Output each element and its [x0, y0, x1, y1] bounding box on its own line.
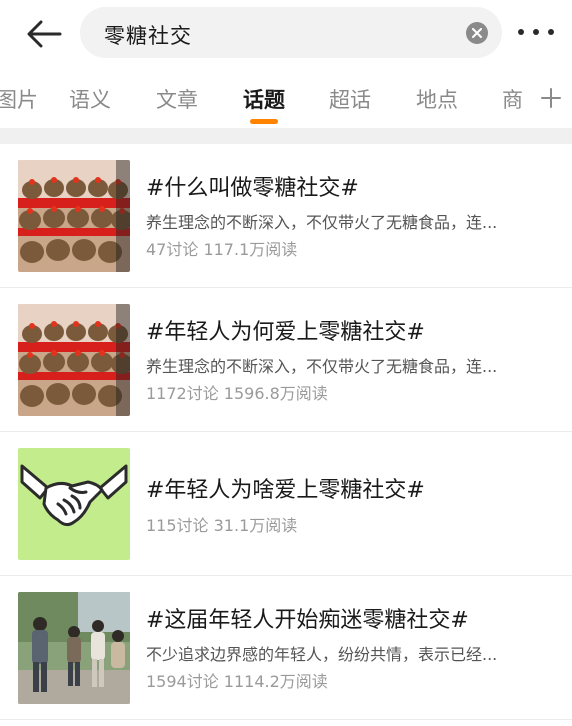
tab-semantic[interactable]: 语义 — [69, 84, 111, 114]
topic-result-item[interactable]: #年轻人为何爱上零糖社交# 养生理念的不断深入，不仅带火了无糖食品，连... 1… — [0, 288, 572, 432]
topic-thumbnail — [18, 592, 130, 704]
topic-result-item[interactable]: #什么叫做零糖社交# 养生理念的不断深入，不仅带火了无糖食品，连... 47讨论… — [0, 144, 572, 288]
section-divider — [0, 128, 572, 144]
tab-super-topics[interactable]: 超话 — [329, 84, 371, 114]
tab-images[interactable]: 图片 — [0, 84, 38, 114]
topic-description: 不少追求边界感的年轻人，纷纷共情，表示已经... — [146, 645, 498, 664]
topic-title: #这届年轻人开始痴迷零糖社交# — [146, 608, 469, 633]
top-bar: 零糖社交 — [0, 0, 572, 64]
topic-title: #年轻人为啥爱上零糖社交# — [146, 478, 425, 503]
tab-articles[interactable]: 文章 — [156, 84, 198, 114]
topic-stats: 115讨论 31.1万阅读 — [146, 516, 298, 535]
active-tab-indicator — [250, 119, 278, 124]
topic-result-item[interactable]: #年轻人为啥爱上零糖社交# 115讨论 31.1万阅读 — [0, 432, 572, 576]
topic-title: #什么叫做零糖社交# — [146, 176, 359, 201]
more-button[interactable] — [515, 18, 557, 46]
close-icon — [472, 28, 482, 38]
back-arrow-icon — [27, 20, 62, 48]
more-dot-icon — [548, 29, 554, 35]
plus-icon — [541, 88, 561, 108]
tab-places[interactable]: 地点 — [416, 84, 458, 114]
topic-stats: 47讨论 117.1万阅读 — [146, 240, 298, 259]
tab-shop[interactable]: 商 — [502, 84, 523, 114]
topic-thumbnail — [18, 160, 130, 272]
topic-stats: 1594讨论 1114.2万阅读 — [146, 672, 328, 691]
category-tabs: 图片 语义 文章 话题 超话 地点 商 — [0, 76, 572, 124]
topic-thumbnail — [18, 304, 130, 416]
handshake-image — [18, 448, 130, 560]
search-query-text: 零糖社交 — [104, 24, 192, 48]
topic-thumbnail — [18, 448, 130, 560]
capybara-plush-image — [18, 160, 130, 272]
search-input[interactable]: 零糖社交 — [80, 7, 502, 58]
tab-topics[interactable]: 话题 — [243, 84, 285, 114]
topic-description: 养生理念的不断深入，不仅带火了无糖食品，连... — [146, 213, 498, 232]
clear-search-button[interactable] — [466, 22, 488, 44]
topic-title: #年轻人为何爱上零糖社交# — [146, 320, 425, 345]
add-tab-button[interactable] — [530, 76, 572, 120]
topic-result-list: #什么叫做零糖社交# 养生理念的不断深入，不仅带火了无糖食品，连... 47讨论… — [0, 144, 572, 720]
more-dot-icon — [533, 29, 539, 35]
people-street-photo — [18, 592, 130, 704]
back-button[interactable] — [22, 14, 66, 54]
capybara-plush-image — [18, 304, 130, 416]
topic-description: 养生理念的不断深入，不仅带火了无糖食品，连... — [146, 357, 498, 376]
more-dot-icon — [518, 29, 524, 35]
topic-result-item[interactable]: #这届年轻人开始痴迷零糖社交# 不少追求边界感的年轻人，纷纷共情，表示已经...… — [0, 576, 572, 720]
topic-stats: 1172讨论 1596.8万阅读 — [146, 384, 328, 403]
